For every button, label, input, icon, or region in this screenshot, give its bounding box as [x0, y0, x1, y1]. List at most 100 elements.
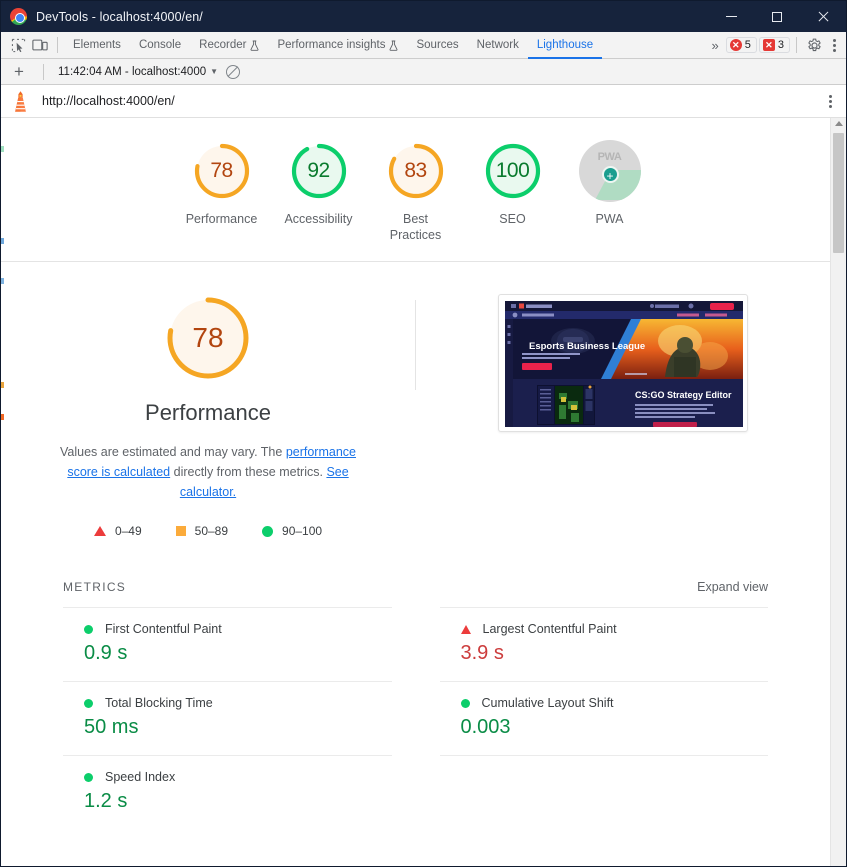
legend-label: 90–100: [282, 524, 323, 538]
metric-empty-slot: [439, 755, 768, 829]
title-bar-left: DevTools - localhost:4000/en/: [1, 8, 203, 25]
metric-speed-index[interactable]: Speed Index 1.2 s: [63, 755, 392, 829]
report-url: http://localhost:4000/en/: [42, 94, 175, 108]
metric-value: 3.9 s: [460, 642, 504, 664]
tab-label: Performance insights: [277, 39, 386, 51]
metric-header: Cumulative Layout Shift: [440, 696, 769, 710]
settings-button[interactable]: [803, 34, 825, 56]
svg-text:Esports Business League: Esports Business League: [529, 341, 645, 352]
metric-label: Largest Contentful Paint: [482, 622, 617, 636]
tab-elements[interactable]: Elements: [64, 32, 130, 59]
gauge-value: 78: [210, 159, 233, 182]
tab-sources[interactable]: Sources: [407, 32, 467, 59]
metric-header: Largest Contentful Paint: [440, 622, 769, 636]
report-menu-button[interactable]: [823, 94, 838, 108]
gear-icon: [807, 38, 821, 51]
toolbar-separator: [796, 37, 797, 53]
more-tabs-button[interactable]: »: [707, 38, 724, 53]
status-poor-icon: [460, 624, 471, 634]
pwa-plus-icon: +: [601, 166, 619, 183]
chevron-down-icon: ▼: [210, 67, 219, 76]
metric-value: 50 ms: [84, 716, 139, 738]
devtools-window: DevTools - localhost:4000/en/ Elements C…: [0, 0, 847, 867]
gauge-label: SEO: [499, 212, 526, 226]
error-icon: ✕: [729, 39, 742, 51]
gauge-pwa[interactable]: PWA + PWA: [561, 140, 658, 243]
screenshot-panel: Esports Business League CS:GO Strategy E…: [416, 292, 830, 538]
tab-network[interactable]: Network: [468, 32, 528, 59]
chrome-logo-icon: [10, 8, 27, 25]
issues-count-badge[interactable]: ✕ 3: [758, 37, 790, 53]
vertical-scrollbar[interactable]: [830, 118, 846, 866]
inspect-element-icon: [11, 38, 25, 52]
metrics-header: METRICS Expand view: [63, 580, 768, 594]
lighthouse-report: 78 Performance 92 Accessibility 83 Best …: [1, 118, 830, 866]
metric-label: First Contentful Paint: [105, 622, 222, 636]
action-bar-separator: [43, 63, 44, 80]
gauge-seo[interactable]: 100 SEO: [464, 140, 561, 243]
kebab-dot: [829, 94, 832, 98]
gauge-value: 92: [307, 159, 330, 182]
window-title: DevTools - localhost:4000/en/: [36, 9, 203, 24]
window-controls: [708, 1, 846, 32]
square-icon: [175, 526, 186, 536]
metric-value: 0.003: [460, 716, 511, 738]
tab-console[interactable]: Console: [130, 32, 190, 59]
device-toolbar-button[interactable]: [29, 34, 51, 56]
scroll-up-arrow-icon[interactable]: [834, 121, 843, 126]
metric-total-blocking-time[interactable]: Total Blocking Time 50 ms: [63, 681, 392, 755]
gauge-label: PWA: [595, 212, 624, 226]
metrics-heading: METRICS: [63, 580, 127, 594]
metrics-section: METRICS Expand view First Contentful Pai…: [63, 580, 768, 829]
tab-bar-actions: » ✕ 5 ✕ 3: [707, 34, 846, 56]
new-report-button[interactable]: +: [9, 63, 29, 80]
edge-marker: [1, 238, 4, 244]
status-good-icon: [460, 698, 470, 708]
svg-text:CS:GO Strategy Editor: CS:GO Strategy Editor: [635, 390, 732, 400]
metric-label: Total Blocking Time: [105, 696, 213, 710]
legend-item-good: 90–100: [262, 524, 322, 538]
pwa-badge-text: PWA: [597, 151, 622, 163]
metric-header: First Contentful Paint: [63, 622, 392, 636]
expand-view-button[interactable]: Expand view: [697, 580, 768, 594]
scrollbar-thumb[interactable]: [833, 133, 844, 253]
close-button[interactable]: [800, 1, 846, 32]
gauge-value: 83: [404, 159, 427, 182]
maximize-button[interactable]: [754, 1, 800, 32]
score-legend: 0–49 50–89 90–100: [93, 524, 322, 538]
gauge-accessibility[interactable]: 92 Accessibility: [270, 140, 367, 243]
pwa-badge: PWA +: [578, 140, 641, 202]
gauge-ring: 78: [191, 140, 253, 202]
clear-reports-button[interactable]: [226, 64, 241, 79]
kebab-dot: [829, 99, 832, 103]
report-run-selector[interactable]: 11:42:04 AM - localhost:4000 ▼: [58, 66, 218, 78]
metric-cumulative-layout-shift[interactable]: Cumulative Layout Shift 0.003: [439, 681, 769, 755]
lighthouse-action-bar: + 11:42:04 AM - localhost:4000 ▼: [1, 59, 846, 85]
gauge-value: 100: [495, 159, 530, 182]
tab-lighthouse[interactable]: Lighthouse: [528, 32, 602, 59]
tab-recorder[interactable]: Recorder: [190, 32, 268, 59]
metric-label: Cumulative Layout Shift: [481, 696, 614, 710]
devtools-more-options-button[interactable]: [827, 38, 842, 52]
tab-label: Console: [138, 39, 182, 51]
issue-icon: ✕: [762, 39, 775, 51]
minimize-button[interactable]: [708, 1, 754, 32]
inspect-element-button[interactable]: [7, 34, 29, 56]
desc-part-1: Values are estimated and may vary. The: [60, 445, 286, 459]
devtools-tab-bar: Elements Console Recorder Performance in…: [1, 32, 846, 59]
gauge-performance[interactable]: 78 Performance: [173, 140, 270, 243]
edge-markers: [1, 118, 4, 866]
performance-summary: 78 Performance Values are estimated and …: [1, 292, 415, 538]
metric-first-contentful-paint[interactable]: First Contentful Paint 0.9 s: [63, 607, 392, 681]
gauge-label: Performance: [185, 212, 258, 226]
edge-marker: [1, 414, 4, 420]
edge-marker: [1, 382, 4, 388]
error-count-badge[interactable]: ✕ 5: [725, 37, 757, 53]
tab-performance-insights[interactable]: Performance insights: [268, 32, 407, 59]
gauge-best-practices[interactable]: 83 Best Practices: [367, 140, 464, 243]
device-toolbar-icon: [32, 39, 48, 51]
metric-largest-contentful-paint[interactable]: Largest Contentful Paint 3.9 s: [439, 607, 769, 681]
kebab-dot: [833, 48, 836, 52]
performance-section: 78 Performance Values are estimated and …: [1, 262, 830, 538]
metric-value: 0.9 s: [84, 642, 128, 664]
